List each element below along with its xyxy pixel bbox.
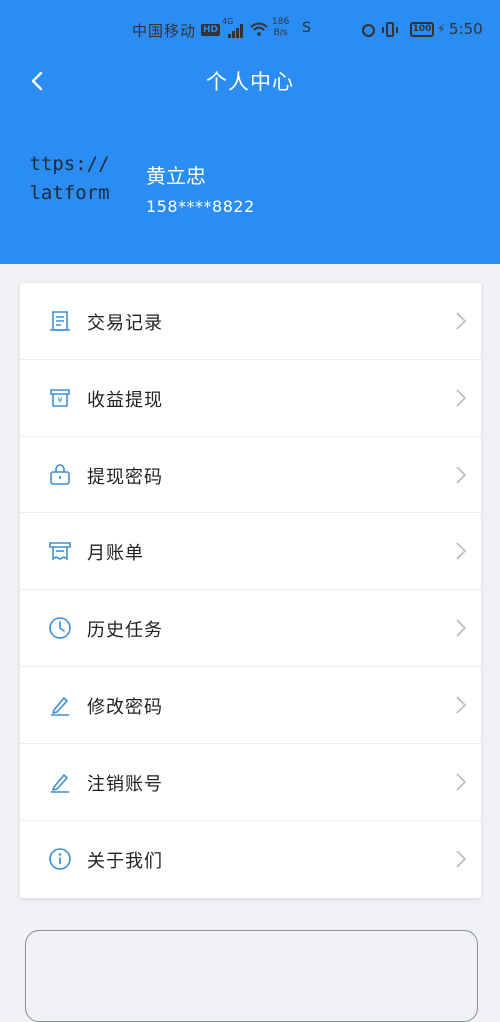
menu-label: 修改密码: [87, 696, 163, 718]
header: 中国移动 HD 4G 186 B/s S 100 ⚡ 5:50 个人中心 htt…: [0, 0, 500, 264]
menu-item-monthly-bill[interactable]: 月账单: [20, 513, 481, 591]
menu-item-delete-account[interactable]: 注销账号: [20, 744, 481, 821]
avatar-text-line2: platform: [30, 182, 110, 204]
avatar[interactable]: https:// platform: [30, 150, 114, 220]
speed-unit: B/s: [273, 28, 288, 38]
menu-label: 关于我们: [87, 850, 163, 872]
signal-icon: [228, 24, 244, 38]
menu-card: 交易记录 ¥ 收益提现 提现密码 月账单 历史任务 修改密码 注销账号 关于我们: [20, 283, 481, 898]
chevron-right-icon: [456, 773, 467, 791]
menu-label: 月账单: [87, 543, 144, 565]
menu-label: 收益提现: [87, 389, 163, 411]
menu-label: 历史任务: [87, 620, 163, 642]
pencil-icon: [51, 697, 69, 716]
alarm-icon: [362, 24, 375, 37]
chevron-right-icon: [456, 619, 467, 637]
status-extra: S: [302, 20, 311, 36]
hd-badge: HD: [201, 24, 221, 36]
svg-text:¥: ¥: [57, 396, 62, 405]
nav-bar: 个人中心: [0, 58, 500, 104]
lock-icon: [50, 463, 70, 485]
battery-icon: 100: [410, 22, 434, 37]
menu-item-withdraw-password[interactable]: 提现密码: [20, 437, 481, 514]
speed-value: 186: [272, 17, 290, 27]
chevron-right-icon: [456, 696, 467, 714]
network-speed: 186 B/s: [272, 17, 289, 39]
chevron-right-icon: [456, 850, 467, 868]
vibrate-icon: [382, 22, 398, 37]
status-bar: 中国移动 HD 4G 186 B/s S 100 ⚡ 5:50: [0, 14, 500, 50]
chevron-right-icon: [456, 466, 467, 484]
clock-icon: [49, 617, 71, 639]
menu-label: 注销账号: [87, 773, 163, 795]
chevron-right-icon: [456, 389, 467, 407]
menu-item-task-history[interactable]: 历史任务: [20, 590, 481, 667]
wifi-icon: [250, 22, 268, 36]
bottom-button-card[interactable]: [25, 930, 478, 1022]
chevron-right-icon: [456, 542, 467, 560]
charging-icon: ⚡: [437, 22, 446, 36]
info-icon: [49, 847, 71, 870]
avatar-text-line1: https://: [30, 153, 110, 175]
menu-item-change-password[interactable]: 修改密码: [20, 667, 481, 744]
menu-item-about-us[interactable]: 关于我们: [20, 821, 481, 898]
chevron-right-icon: [456, 312, 467, 330]
status-time: 5:50: [449, 20, 483, 38]
bill-icon: [49, 542, 71, 561]
pencil-icon: [51, 773, 69, 793]
receipt-icon: [50, 311, 70, 331]
cash-box-icon: ¥: [50, 388, 70, 407]
user-name: 黄立忠: [146, 164, 206, 188]
user-phone: 158****8822: [146, 197, 255, 216]
menu-label: 提现密码: [87, 466, 163, 488]
page-title: 个人中心: [206, 70, 294, 94]
menu-item-transaction-records[interactable]: 交易记录: [20, 283, 481, 360]
menu-item-earnings-withdraw[interactable]: ¥ 收益提现: [20, 360, 481, 437]
menu-label: 交易记录: [87, 313, 163, 334]
carrier-label: 中国移动: [132, 22, 197, 40]
